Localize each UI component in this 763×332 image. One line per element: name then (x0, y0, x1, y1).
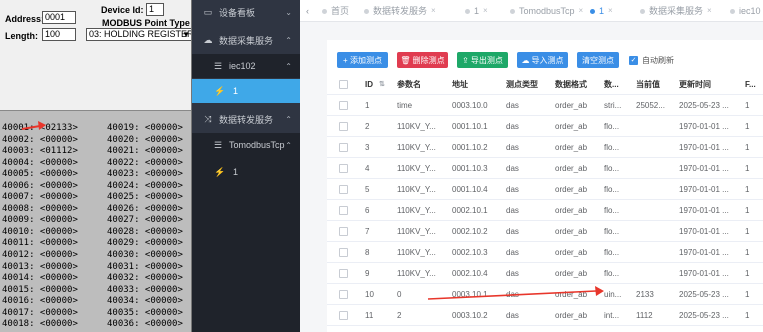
sidebar-item-label: 数据转发服务 (219, 114, 274, 125)
cloud-icon: ☁ (203, 34, 213, 45)
plug-icon: ⚡ (214, 85, 226, 96)
chevron-up-icon: ⌃ (285, 114, 292, 124)
sidebar-item-iec102[interactable]: ☰ iec102 ⌃ (192, 54, 300, 78)
list-icon: ☰ (213, 60, 223, 71)
modbus-poll-window: Address: 0001 Length: 100 Device Id: 1 M… (0, 0, 192, 332)
screenshot-root: Address: 0001 Length: 100 Device Id: 1 M… (0, 0, 763, 332)
sidebar-item-dashboard[interactable]: ▭ 设备看板 ⌄ (192, 0, 300, 24)
chevron-up-icon: ⌃ (285, 35, 292, 45)
sidebar-item-forward-device-1[interactable]: ⚡ 1 (192, 157, 300, 187)
sidebar-item-forward-service[interactable]: ⤨ 数据转发服务 ⌃ (192, 107, 300, 131)
sidebar-item-collect-device-1[interactable]: ⚡ 1 (192, 79, 300, 103)
sidebar-item-label: iec102 (229, 61, 256, 71)
sidebar-item-label: 数据采集服务 (219, 35, 274, 46)
sidebar-item-tomodbustcp[interactable]: ☰ TomodbusTcp ⌃ (192, 133, 300, 157)
chevron-up-icon: ⌃ (285, 61, 292, 71)
red-arrow-annotation (427, 286, 604, 300)
chevron-down-icon: ⌄ (285, 7, 292, 17)
sidebar-submenu-bg (192, 187, 300, 332)
sidebar-item-label: TomodbusTcp (229, 140, 285, 150)
sidebar-item-label: 1 (233, 167, 239, 177)
list-icon: ☰ (213, 139, 223, 150)
sidebar-item-collect-service[interactable]: ☁ 数据采集服务 ⌃ (192, 28, 300, 52)
chevron-up-icon: ⌃ (285, 140, 292, 150)
red-arrow-annotation (21, 121, 46, 130)
main-content: ‹ 首页 数据转发服务 × 1 × TomodbusTcp × 1 × 数据采集服务 × … (300, 0, 763, 332)
sidebar-item-label: 设备看板 (219, 7, 256, 18)
monitor-icon: ▭ (203, 6, 213, 17)
shuffle-icon: ⤨ (204, 113, 212, 124)
sidebar-item-label: 1 (233, 86, 239, 96)
plug-icon: ⚡ (214, 166, 226, 177)
sidebar-nav: ▭ 设备看板 ⌄ ☁ 数据采集服务 ⌃ ☰ iec102 ⌃ ⚡ 1 ⤨ 数据转… (192, 0, 300, 332)
